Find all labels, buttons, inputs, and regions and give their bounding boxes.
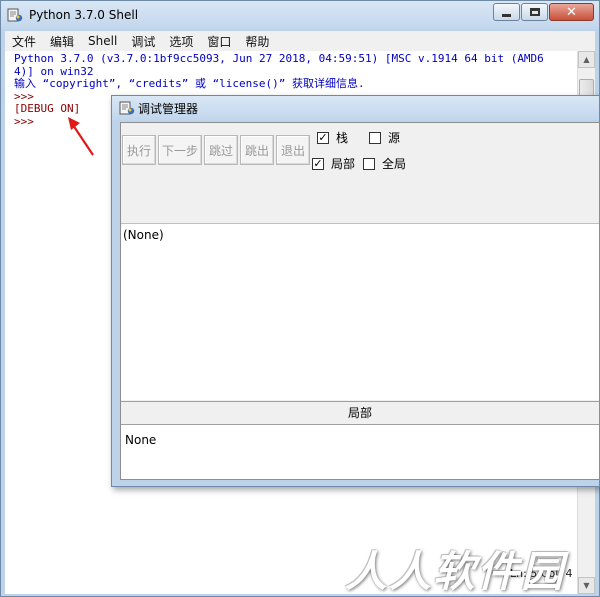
globals-checkbox[interactable]: 全局 bbox=[363, 155, 406, 172]
debug-titlebar[interactable]: 调试管理器 bbox=[112, 96, 599, 120]
debug-control-window: 调试管理器 执行 下一步 跳过 跳出 退出 ✓ 栈 源 ✓ 局部 全局 (Non… bbox=[111, 95, 600, 487]
menu-shell[interactable]: Shell bbox=[81, 34, 124, 48]
step-button[interactable]: 下一步 bbox=[158, 135, 202, 165]
python-icon bbox=[7, 8, 23, 22]
stack-text: (None) bbox=[123, 228, 164, 242]
shell-line: Python 3.7.0 (v3.7.0:1bf9cc5093, Jun 27 … bbox=[14, 52, 544, 65]
scroll-down-button[interactable]: ▼ bbox=[578, 577, 595, 594]
checkbox-checked-icon: ✓ bbox=[312, 156, 324, 170]
source-checkbox-label: 源 bbox=[388, 131, 401, 145]
locals-checkbox-label: 局部 bbox=[331, 157, 356, 171]
go-button[interactable]: 执行 bbox=[122, 135, 156, 165]
shell-line: 输入 “copyright”, “credits” 或 “license()” … bbox=[14, 77, 365, 91]
stack-checkbox[interactable]: ✓ 栈 bbox=[317, 129, 348, 146]
checkbox-checked-icon: ✓ bbox=[317, 130, 329, 144]
globals-checkbox-label: 全局 bbox=[382, 157, 407, 171]
debug-controls: 执行 下一步 跳过 跳出 退出 ✓ 栈 源 ✓ 局部 全局 bbox=[121, 123, 599, 223]
out-button[interactable]: 跳出 bbox=[240, 135, 274, 165]
debug-body: 执行 下一步 跳过 跳出 退出 ✓ 栈 源 ✓ 局部 全局 (None) 局部 … bbox=[120, 122, 600, 480]
stack-checkbox-label: 栈 bbox=[336, 131, 349, 145]
quit-button[interactable]: 退出 bbox=[276, 135, 310, 165]
minimize-button[interactable] bbox=[493, 3, 520, 21]
python-icon bbox=[119, 101, 135, 115]
locals-text: None bbox=[125, 433, 157, 447]
menu-window[interactable]: 窗口 bbox=[200, 33, 238, 50]
menu-edit[interactable]: 编辑 bbox=[43, 33, 81, 50]
locals-viewer[interactable]: None bbox=[121, 425, 599, 479]
menu-file[interactable]: 文件 bbox=[5, 33, 43, 50]
annotation-arrow-icon bbox=[68, 117, 94, 156]
over-button[interactable]: 跳过 bbox=[204, 135, 238, 165]
maximize-button[interactable] bbox=[521, 3, 548, 21]
locals-checkbox[interactable]: ✓ 局部 bbox=[312, 155, 355, 172]
close-button[interactable]: ✕ bbox=[549, 3, 594, 21]
menubar: 文件 编辑 Shell 调试 选项 窗口 帮助 bbox=[5, 31, 595, 51]
menu-help[interactable]: 帮助 bbox=[238, 33, 276, 50]
debug-title: 调试管理器 bbox=[138, 102, 199, 116]
stack-viewer[interactable]: (None) bbox=[121, 223, 599, 400]
shell-titlebar[interactable]: Python 3.7.0 Shell ✕ bbox=[1, 1, 599, 29]
checkbox-unchecked-icon bbox=[363, 157, 375, 170]
menu-debug[interactable]: 调试 bbox=[124, 33, 162, 50]
debug-button-row: 执行 下一步 跳过 跳出 退出 bbox=[122, 135, 312, 165]
maximize-icon bbox=[529, 8, 540, 16]
minimize-icon bbox=[502, 14, 511, 17]
checkbox-unchecked-icon bbox=[369, 131, 381, 144]
scroll-up-button[interactable]: ▲ bbox=[578, 51, 595, 68]
close-icon: ✕ bbox=[566, 4, 577, 20]
menu-options[interactable]: 选项 bbox=[162, 33, 200, 50]
watermark: 人人软件园 bbox=[345, 547, 566, 596]
locals-header: 局部 bbox=[121, 401, 599, 425]
source-checkbox[interactable]: 源 bbox=[369, 129, 400, 146]
shell-title: Python 3.7.0 Shell bbox=[29, 8, 139, 22]
